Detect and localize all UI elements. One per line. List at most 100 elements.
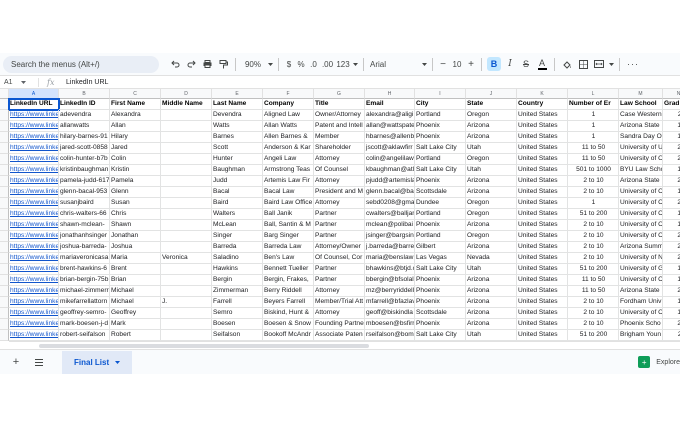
- undo-icon[interactable]: [167, 56, 183, 73]
- table-cell[interactable]: Partner: [314, 275, 365, 286]
- table-cell[interactable]: brian-bergin-75b: [59, 275, 110, 286]
- table-cell[interactable]: Saladino: [212, 253, 263, 264]
- table-cell[interactable]: 1997: [663, 165, 680, 176]
- linkedin-url-link[interactable]: https://www.linke: [9, 297, 59, 308]
- header-cell[interactable]: Company: [263, 99, 314, 110]
- table-cell[interactable]: Arizona: [466, 275, 517, 286]
- strikethrough-button[interactable]: S: [518, 56, 534, 73]
- table-cell[interactable]: Jonathan: [110, 231, 161, 242]
- table-cell[interactable]: 11 to 50: [568, 286, 619, 297]
- table-cell[interactable]: United States: [517, 165, 568, 176]
- table-cell[interactable]: United States: [517, 275, 568, 286]
- table-cell[interactable]: j.barreda@barre: [365, 242, 415, 253]
- table-cell[interactable]: Alexandra: [110, 110, 161, 121]
- table-cell[interactable]: University of C: [619, 308, 663, 319]
- text-color-button[interactable]: A: [534, 56, 550, 73]
- table-cell[interactable]: Phoenix: [415, 176, 466, 187]
- table-cell[interactable]: Salt Lake City: [415, 264, 466, 275]
- table-cell[interactable]: Phoenix: [415, 132, 466, 143]
- table-cell[interactable]: University of C: [619, 220, 663, 231]
- table-cell[interactable]: Shawn: [110, 220, 161, 231]
- row-header[interactable]: [0, 231, 9, 242]
- table-cell[interactable]: [161, 198, 212, 209]
- table-cell[interactable]: [161, 132, 212, 143]
- table-cell[interactable]: Phoenix Scho: [619, 319, 663, 330]
- linkedin-url-link[interactable]: https://www.linke: [9, 121, 59, 132]
- font-size-input[interactable]: 10: [449, 56, 465, 73]
- table-cell[interactable]: Partner: [314, 209, 365, 220]
- table-cell[interactable]: hilary-barnes-91: [59, 132, 110, 143]
- row-header[interactable]: [0, 253, 9, 264]
- table-cell[interactable]: United States: [517, 330, 568, 341]
- row-header[interactable]: [0, 110, 9, 121]
- column-header-a[interactable]: A: [9, 89, 59, 99]
- table-cell[interactable]: BYU Law Scho: [619, 165, 663, 176]
- table-cell[interactable]: Pamela: [110, 176, 161, 187]
- table-cell[interactable]: Attorney: [314, 198, 365, 209]
- select-all-corner[interactable]: [0, 89, 9, 99]
- table-cell[interactable]: University of C: [619, 209, 663, 220]
- table-cell[interactable]: Oregon: [466, 198, 517, 209]
- more-options-button[interactable]: ···: [624, 56, 642, 73]
- table-cell[interactable]: Arizona: [466, 297, 517, 308]
- table-cell[interactable]: University of C: [619, 187, 663, 198]
- table-cell[interactable]: Brent: [110, 264, 161, 275]
- table-cell[interactable]: Oregon: [466, 231, 517, 242]
- table-cell[interactable]: pjudd@artemisla: [365, 176, 415, 187]
- table-cell[interactable]: [161, 308, 212, 319]
- table-cell[interactable]: mboesen@bsfirr: [365, 319, 415, 330]
- table-cell[interactable]: Arizona State: [619, 121, 663, 132]
- table-cell[interactable]: 501 to 1000: [568, 165, 619, 176]
- table-cell[interactable]: United States: [517, 176, 568, 187]
- table-cell[interactable]: Hawkins: [212, 264, 263, 275]
- header-cell[interactable]: City: [415, 99, 466, 110]
- table-cell[interactable]: [161, 286, 212, 297]
- table-cell[interactable]: Bacal: [212, 187, 263, 198]
- row-header[interactable]: [0, 165, 9, 176]
- linkedin-url-link[interactable]: https://www.linke: [9, 198, 59, 209]
- header-cell[interactable]: Country: [517, 99, 568, 110]
- table-cell[interactable]: 2012: [663, 154, 680, 165]
- table-cell[interactable]: Arizona State: [619, 286, 663, 297]
- linkedin-url-link[interactable]: https://www.linke: [9, 165, 59, 176]
- name-box[interactable]: A1: [0, 79, 38, 86]
- table-cell[interactable]: Judd: [212, 176, 263, 187]
- table-cell[interactable]: Berry Riddell: [263, 286, 314, 297]
- table-cell[interactable]: Phoenix: [415, 286, 466, 297]
- table-cell[interactable]: Founding Partne: [314, 319, 365, 330]
- table-cell[interactable]: Bennett Tueller: [263, 264, 314, 275]
- table-cell[interactable]: Veronica: [161, 253, 212, 264]
- table-cell[interactable]: Attorney: [314, 154, 365, 165]
- table-cell[interactable]: United States: [517, 154, 568, 165]
- table-cell[interactable]: 2 to 10: [568, 242, 619, 253]
- table-cell[interactable]: 2014: [663, 242, 680, 253]
- table-cell[interactable]: Michael: [110, 286, 161, 297]
- row-header[interactable]: [0, 286, 9, 297]
- column-header-k[interactable]: K: [517, 89, 568, 99]
- table-cell[interactable]: glenn-bacal-953: [59, 187, 110, 198]
- table-cell[interactable]: Susan: [110, 198, 161, 209]
- font-size-increase-button[interactable]: +: [465, 56, 477, 73]
- merge-cells-icon[interactable]: [591, 56, 607, 73]
- fill-color-icon[interactable]: [559, 56, 575, 73]
- table-cell[interactable]: United States: [517, 121, 568, 132]
- linkedin-url-link[interactable]: https://www.linke: [9, 308, 59, 319]
- linkedin-url-link[interactable]: https://www.linke: [9, 110, 59, 121]
- table-cell[interactable]: University of C: [619, 231, 663, 242]
- table-cell[interactable]: Hunter: [212, 154, 263, 165]
- currency-format-button[interactable]: $: [283, 56, 295, 73]
- table-cell[interactable]: jscott@aklawfirr: [365, 143, 415, 154]
- column-header-n[interactable]: N: [663, 89, 680, 99]
- table-cell[interactable]: 1997: [663, 308, 680, 319]
- table-cell[interactable]: [161, 275, 212, 286]
- table-cell[interactable]: Case Western: [619, 110, 663, 121]
- table-cell[interactable]: United States: [517, 209, 568, 220]
- table-cell[interactable]: jsinger@bargsin: [365, 231, 415, 242]
- table-cell[interactable]: Phoenix: [415, 121, 466, 132]
- table-cell[interactable]: Bookoff McAndr: [263, 330, 314, 341]
- table-cell[interactable]: United States: [517, 187, 568, 198]
- linkedin-url-link[interactable]: https://www.linke: [9, 330, 59, 341]
- row-header[interactable]: [0, 154, 9, 165]
- table-cell[interactable]: 1987: [663, 220, 680, 231]
- table-cell[interactable]: Robert: [110, 330, 161, 341]
